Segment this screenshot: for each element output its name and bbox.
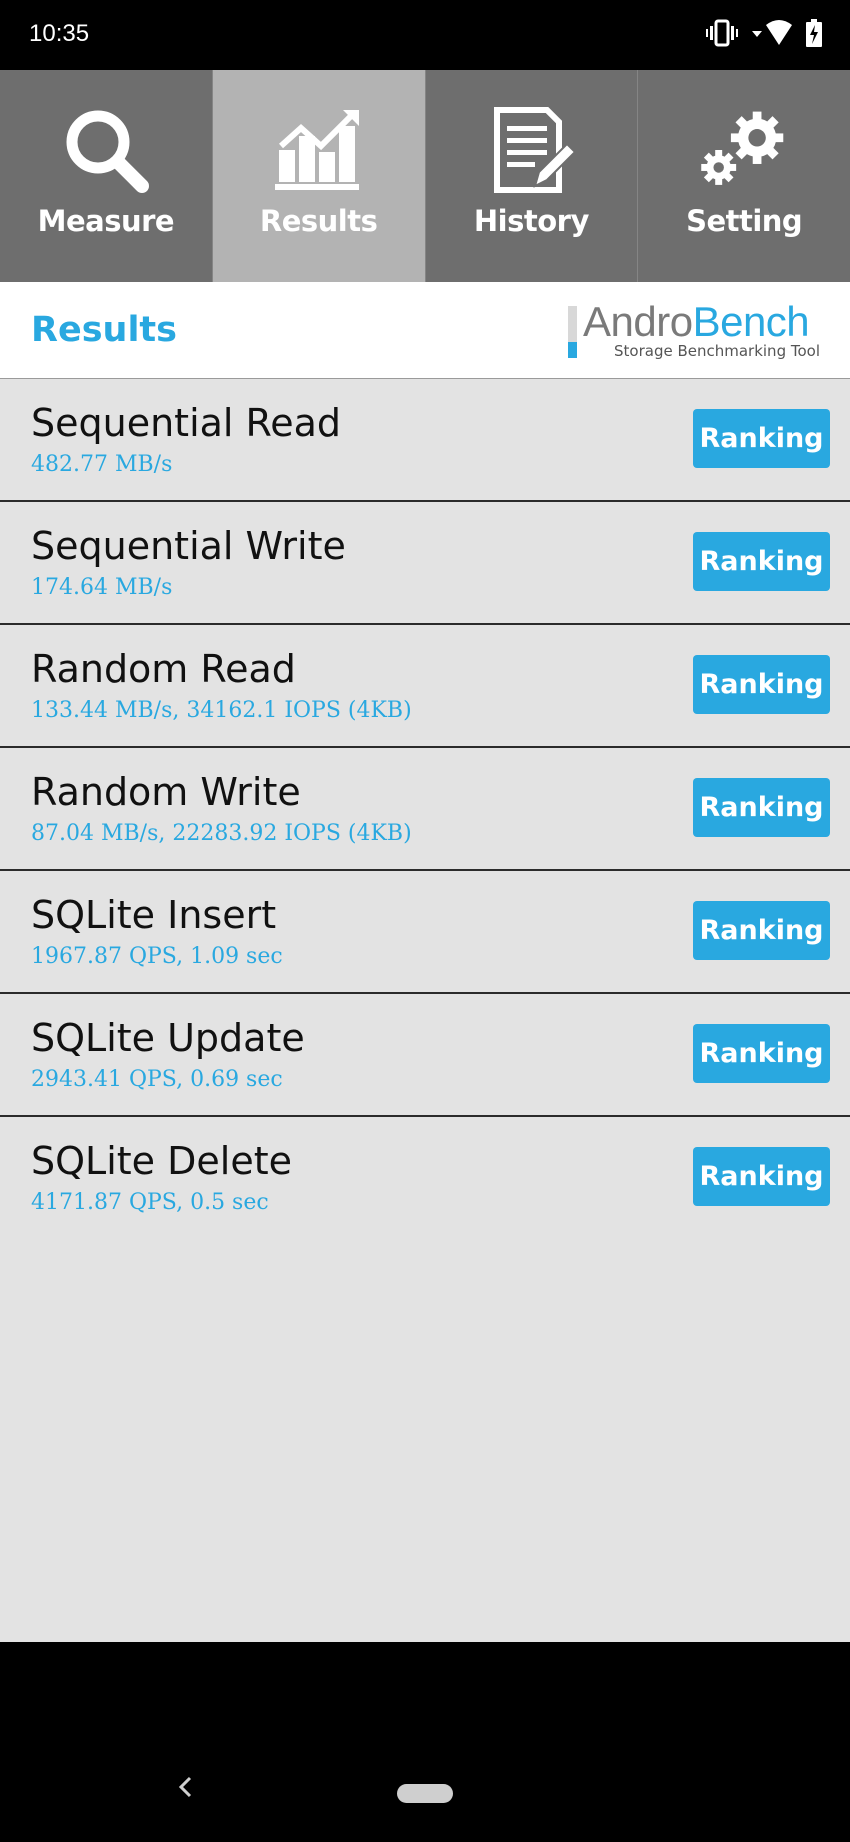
result-name: SQLite Insert xyxy=(31,893,277,937)
result-row-random-read: Random Read 133.44 MB/s, 34162.1 IOPS (4… xyxy=(0,625,850,748)
tab-bar: Measure Results History Setting xyxy=(0,70,850,282)
magnifier-icon xyxy=(58,102,154,198)
battery-charging-icon xyxy=(806,19,822,51)
result-name: Sequential Read xyxy=(31,401,342,445)
result-value: 174.64 MB/s xyxy=(31,575,173,600)
ranking-button[interactable]: Ranking xyxy=(693,655,830,714)
wifi-icon xyxy=(750,19,794,51)
page-title: Results xyxy=(31,310,177,350)
result-row-sequential-read: Sequential Read 482.77 MB/s Ranking xyxy=(0,379,850,502)
tab-setting[interactable]: Setting xyxy=(638,70,850,282)
result-row-sequential-write: Sequential Write 174.64 MB/s Ranking xyxy=(0,502,850,625)
tab-measure[interactable]: Measure xyxy=(0,70,213,282)
tab-history[interactable]: History xyxy=(426,70,639,282)
logo-wordmark: AndroBench xyxy=(583,298,810,346)
result-value: 2943.41 QPS, 0.69 sec xyxy=(31,1067,283,1092)
result-row-sqlite-update: SQLite Update 2943.41 QPS, 0.69 sec Rank… xyxy=(0,994,850,1117)
androbench-logo: AndroBench Storage Benchmarking Tool xyxy=(568,298,828,362)
results-header: Results AndroBench Storage Benchmarking … xyxy=(0,282,850,379)
ranking-button[interactable]: Ranking xyxy=(693,1147,830,1206)
logo-tagline: Storage Benchmarking Tool xyxy=(614,342,820,360)
tab-label: Setting xyxy=(686,204,803,238)
result-name: SQLite Update xyxy=(31,1016,305,1060)
result-name: Sequential Write xyxy=(31,524,346,568)
ranking-button[interactable]: Ranking xyxy=(693,1024,830,1083)
tab-label: Measure xyxy=(37,204,175,238)
tab-label: History xyxy=(473,204,589,238)
logo-bar xyxy=(568,306,577,358)
result-value: 4171.87 QPS, 0.5 sec xyxy=(31,1190,269,1215)
status-icons xyxy=(706,19,822,51)
result-value: 482.77 MB/s xyxy=(31,452,173,477)
tab-results[interactable]: Results xyxy=(212,70,426,282)
home-pill-icon[interactable] xyxy=(397,1784,453,1803)
result-name: Random Read xyxy=(31,647,296,691)
status-time: 10:35 xyxy=(29,20,90,47)
result-row-random-write: Random Write 87.04 MB/s, 22283.92 IOPS (… xyxy=(0,748,850,871)
status-bar: 10:35 xyxy=(0,0,850,70)
result-value: 1967.87 QPS, 1.09 sec xyxy=(31,944,283,969)
navigation-bar xyxy=(0,1642,850,1842)
ranking-button[interactable]: Ranking xyxy=(693,901,830,960)
result-name: SQLite Delete xyxy=(31,1139,292,1183)
back-chevron-icon[interactable] xyxy=(170,1772,200,1802)
logo-word-andro: Andro xyxy=(583,298,693,345)
ranking-button[interactable]: Ranking xyxy=(693,409,830,468)
gears-icon xyxy=(696,102,792,198)
vibrate-icon xyxy=(706,19,738,51)
result-name: Random Write xyxy=(31,770,301,814)
result-row-sqlite-delete: SQLite Delete 4171.87 QPS, 0.5 sec Ranki… xyxy=(0,1117,850,1238)
result-value: 87.04 MB/s, 22283.92 IOPS (4KB) xyxy=(31,821,412,846)
result-value: 133.44 MB/s, 34162.1 IOPS (4KB) xyxy=(31,698,412,723)
tab-label: Results xyxy=(259,204,378,238)
results-list: Sequential Read 482.77 MB/s Ranking Sequ… xyxy=(0,379,850,1642)
bar-chart-icon xyxy=(271,102,367,198)
result-row-sqlite-insert: SQLite Insert 1967.87 QPS, 1.09 sec Rank… xyxy=(0,871,850,994)
logo-word-bench: Bench xyxy=(692,298,810,345)
ranking-button[interactable]: Ranking xyxy=(693,532,830,591)
ranking-button[interactable]: Ranking xyxy=(693,778,830,837)
document-pen-icon xyxy=(483,102,579,198)
